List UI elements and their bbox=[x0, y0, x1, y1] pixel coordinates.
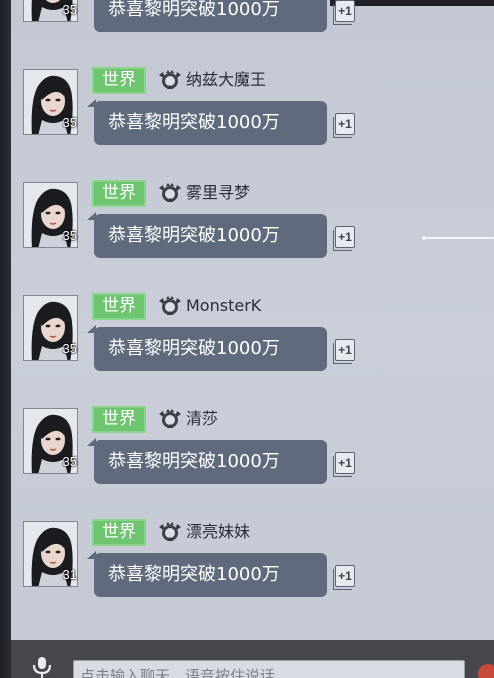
username[interactable]: 清莎 bbox=[186, 408, 218, 430]
chat-input[interactable]: 点击输入聊天，语音按住说话 bbox=[73, 660, 465, 678]
level-label: 35 bbox=[62, 228, 77, 243]
channel-tag: 世界 bbox=[92, 406, 146, 433]
crown-wing-badge-icon bbox=[157, 295, 183, 317]
chat-panel: 35 恭喜黎明突破1000万 +1 35 世界 纳兹大魔王 恭喜黎明突破1000… bbox=[0, 0, 494, 678]
channel-tag: 世界 bbox=[92, 180, 146, 207]
message-bubble[interactable]: 恭喜黎明突破1000万 bbox=[94, 0, 327, 32]
plus-one-button[interactable]: +1 bbox=[333, 0, 355, 25]
crown-wing-badge-icon bbox=[157, 182, 183, 204]
plus-one-label: +1 bbox=[335, 226, 355, 248]
message-bubble[interactable]: 恭喜黎明突破1000万 bbox=[87, 438, 327, 484]
message-bubble[interactable]: 恭喜黎明突破1000万 bbox=[87, 212, 327, 258]
crown-wing-badge-icon bbox=[157, 69, 183, 91]
notification-dot[interactable] bbox=[478, 664, 494, 678]
chat-message: 35 世界 MonsterK 恭喜黎明突破1000万 +1 bbox=[0, 293, 494, 403]
plus-one-button[interactable]: +1 bbox=[333, 565, 355, 590]
message-bubble[interactable]: 恭喜黎明突破1000万 bbox=[87, 325, 327, 371]
level-label: 35 bbox=[62, 2, 77, 17]
channel-tag: 世界 bbox=[92, 519, 146, 546]
level-label: 35 bbox=[62, 454, 77, 469]
microphone-icon[interactable] bbox=[30, 656, 54, 678]
chat-message: 35 世界 纳兹大魔王 恭喜黎明突破1000万 +1 bbox=[0, 67, 494, 177]
plus-one-label: +1 bbox=[335, 339, 355, 361]
message-bubble[interactable]: 恭喜黎明突破1000万 bbox=[87, 551, 327, 597]
level-label: 31 bbox=[62, 567, 77, 582]
plus-one-label: +1 bbox=[335, 113, 355, 135]
username[interactable]: MonsterK bbox=[186, 295, 261, 317]
crown-wing-badge-icon bbox=[157, 408, 183, 430]
crown-wing-badge-icon bbox=[157, 521, 183, 543]
chat-message: 35 世界 清莎 恭喜黎明突破1000万 +1 bbox=[0, 406, 494, 516]
plus-one-button[interactable]: +1 bbox=[333, 113, 355, 138]
username[interactable]: 漂亮妹妹 bbox=[186, 521, 250, 543]
message-bubble[interactable]: 恭喜黎明突破1000万 bbox=[87, 99, 327, 145]
chat-message: 31 世界 漂亮妹妹 恭喜黎明突破1000万 +1 bbox=[0, 519, 494, 629]
username[interactable]: 纳兹大魔王 bbox=[186, 69, 266, 91]
plus-one-button[interactable]: +1 bbox=[333, 226, 355, 251]
plus-one-button[interactable]: +1 bbox=[333, 339, 355, 364]
channel-tag: 世界 bbox=[92, 293, 146, 320]
username[interactable]: 雾里寻梦 bbox=[186, 182, 250, 204]
level-label: 35 bbox=[62, 341, 77, 356]
plus-one-label: +1 bbox=[335, 452, 355, 474]
plus-one-button[interactable]: +1 bbox=[333, 452, 355, 477]
chat-message: 35 世界 雾里寻梦 恭喜黎明突破1000万 +1 bbox=[0, 180, 494, 290]
plus-one-label: +1 bbox=[335, 0, 355, 22]
level-label: 35 bbox=[62, 115, 77, 130]
chat-message: 35 恭喜黎明突破1000万 +1 bbox=[0, 0, 494, 64]
channel-tag: 世界 bbox=[92, 67, 146, 94]
plus-one-label: +1 bbox=[335, 565, 355, 587]
